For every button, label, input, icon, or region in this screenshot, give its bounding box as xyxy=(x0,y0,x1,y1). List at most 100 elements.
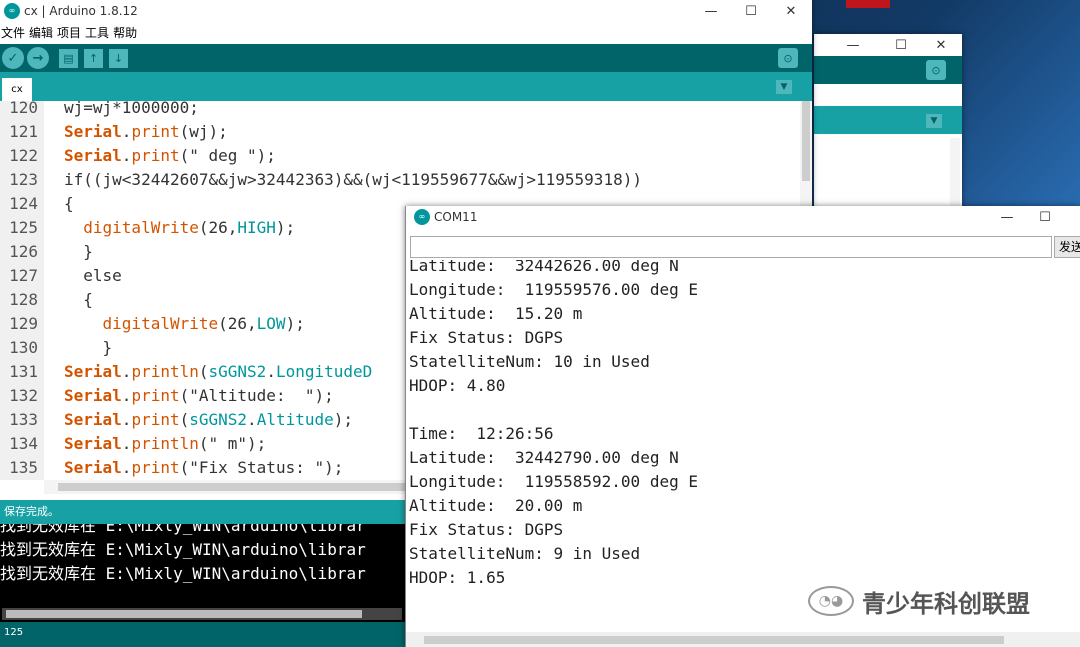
serial-monitor-button[interactable]: ⊙ xyxy=(778,48,798,68)
menu-help[interactable]: 帮助 xyxy=(112,24,138,41)
window-title: cx | Arduino 1.8.12 xyxy=(24,4,138,18)
code-text: Serial.print(" deg "); xyxy=(64,146,276,165)
checkmark-icon: ✓ xyxy=(7,50,19,66)
menu-tools[interactable]: 工具 xyxy=(84,24,110,41)
serial-output-line: StatelliteNum: 9 in Used xyxy=(409,544,641,563)
arduino-logo-icon: ∞ xyxy=(4,3,20,19)
toolbar: ✓ → ▤ ↑ ↓ ⊙ xyxy=(0,44,812,72)
arrow-up-icon: ↑ xyxy=(88,51,99,65)
magnifier-icon[interactable]: ⊙ xyxy=(926,60,946,80)
line-number: 124 xyxy=(9,194,38,213)
code-line[interactable]: 123 if((jw<32442607&&jw>32442363)&&(wj<11… xyxy=(0,168,800,192)
code-text: Serial.print(wj); xyxy=(64,122,228,141)
line-number: 133 xyxy=(9,410,38,429)
line-number: 135 xyxy=(9,458,38,477)
line-number: 132 xyxy=(9,386,38,405)
close-button[interactable]: ✕ xyxy=(770,0,812,22)
scrollbar[interactable] xyxy=(950,138,960,208)
code-line[interactable]: 121 Serial.print(wj); xyxy=(0,120,800,144)
maximize-button[interactable]: ☐ xyxy=(730,0,772,22)
arrow-down-icon: ↓ xyxy=(113,51,124,65)
console-horizontal-scrollbar[interactable] xyxy=(2,608,402,620)
serial-output: Latitude: 32442626.00 deg N Longitude: 11… xyxy=(406,260,1080,634)
scroll-thumb[interactable] xyxy=(58,483,408,491)
line-number: 130 xyxy=(9,338,38,357)
serial-title: COM11 xyxy=(434,210,478,224)
serial-output-line: Fix Status: DGPS xyxy=(409,328,564,347)
code-text: wj=wj*1000000; xyxy=(64,101,199,117)
tab-menu-button[interactable]: ▼ xyxy=(776,80,792,94)
serial-output-line: Longitude: 119559576.00 deg E xyxy=(409,280,698,299)
code-text: Serial.println(" m"); xyxy=(64,434,267,453)
menu-bar: 文件 编辑 项目 工具 帮助 xyxy=(0,22,812,42)
menu-sketch[interactable]: 项目 xyxy=(56,24,82,41)
code-line[interactable]: 120 wj=wj*1000000; xyxy=(0,101,800,120)
line-number: 123 xyxy=(9,170,38,189)
upload-button[interactable]: → xyxy=(27,47,49,69)
close-button[interactable]: ✕ xyxy=(920,34,962,56)
maximize-button[interactable]: ☐ xyxy=(880,34,922,56)
line-number: 131 xyxy=(9,362,38,381)
watermark: ◔◕ 青少年科创联盟 xyxy=(808,584,1048,618)
code-text: } xyxy=(64,242,93,261)
serial-output-line: Longitude: 119558592.00 deg E xyxy=(409,472,698,491)
tab-bar: cx ▼ xyxy=(0,72,812,101)
serial-output-line: HDOP: 4.80 xyxy=(409,376,506,395)
console-line: 找到无效库在 E:\Mixly_WIN\arduino\librar xyxy=(0,524,366,535)
new-file-icon: ▤ xyxy=(63,51,74,65)
serial-monitor-window: ∞ COM11 — ☐ 发送 Latitude: 32442626.00 deg… xyxy=(405,206,1080,647)
serial-output-line: Altitude: 20.00 m xyxy=(409,496,583,515)
code-text: Serial.print("Fix Status: "); xyxy=(64,458,344,477)
minimize-button[interactable]: — xyxy=(986,206,1028,228)
console-line: 找到无效库在 E:\Mixly_WIN\arduino\librar xyxy=(0,540,366,559)
title-bar[interactable]: ∞ cx | Arduino 1.8.12 — ☐ ✕ xyxy=(0,0,812,22)
code-text: { xyxy=(64,290,93,309)
wechat-icon: ◔◕ xyxy=(808,586,854,616)
chevron-down-icon: ▼ xyxy=(780,82,788,92)
minimize-button[interactable]: — xyxy=(832,34,874,56)
taskbar-fragment xyxy=(846,0,890,8)
serial-output-line: StatelliteNum: 10 in Used xyxy=(409,352,650,371)
open-button[interactable]: ↑ xyxy=(84,48,103,68)
verify-button[interactable]: ✓ xyxy=(2,47,24,69)
magnifier-icon: ⊙ xyxy=(783,51,793,65)
code-line[interactable]: 122 Serial.print(" deg "); xyxy=(0,144,800,168)
code-text: Serial.print("Altitude: "); xyxy=(64,386,334,405)
background-title-bar[interactable]: — ☐ ✕ xyxy=(814,34,962,56)
send-button[interactable]: 发送 xyxy=(1054,236,1080,258)
minimize-button[interactable]: — xyxy=(690,0,732,22)
save-button[interactable]: ↓ xyxy=(109,48,128,68)
code-text: digitalWrite(26,HIGH); xyxy=(83,218,296,237)
serial-output-line: Fix Status: DGPS xyxy=(409,520,564,539)
tab-cx[interactable]: cx xyxy=(2,78,32,101)
line-number: 126 xyxy=(9,242,38,261)
console-line: 找到无效库在 E:\Mixly_WIN\arduino\librar xyxy=(0,564,366,583)
scroll-thumb[interactable] xyxy=(424,636,1004,644)
code-text: } xyxy=(64,338,113,357)
background-toolbar: ⊙ xyxy=(814,56,962,84)
maximize-button[interactable]: ☐ xyxy=(1024,206,1066,228)
chevron-down-icon[interactable]: ▼ xyxy=(926,114,942,128)
serial-horizontal-scrollbar[interactable] xyxy=(406,632,1080,647)
serial-output-line: Time: 12:26:56 xyxy=(409,424,554,443)
scroll-thumb[interactable] xyxy=(802,101,810,181)
arrow-right-icon: → xyxy=(32,50,44,66)
code-text: { xyxy=(64,194,74,213)
arduino-logo-icon: ∞ xyxy=(414,209,430,225)
menu-file[interactable]: 文件 xyxy=(0,24,26,41)
line-number: 127 xyxy=(9,266,38,285)
background-arduino-window[interactable]: — ☐ ✕ ⊙ ▼ xyxy=(814,34,962,208)
line-number: 121 xyxy=(9,122,38,141)
serial-output-line: Latitude: 32442626.00 deg N xyxy=(409,260,679,275)
new-button[interactable]: ▤ xyxy=(59,48,78,68)
code-text: digitalWrite(26,LOW); xyxy=(102,314,305,333)
serial-output-line: Altitude: 15.20 m xyxy=(409,304,583,323)
code-text: else xyxy=(64,266,122,285)
line-number: 128 xyxy=(9,290,38,309)
scroll-thumb[interactable] xyxy=(6,610,362,618)
serial-send-input[interactable] xyxy=(410,236,1052,258)
serial-title-bar[interactable]: ∞ COM11 — ☐ xyxy=(406,206,1080,228)
menu-edit[interactable]: 编辑 xyxy=(28,24,54,41)
code-text: Serial.print(sGGNS2.Altitude); xyxy=(64,410,354,429)
serial-output-line: Latitude: 32442790.00 deg N xyxy=(409,448,679,467)
